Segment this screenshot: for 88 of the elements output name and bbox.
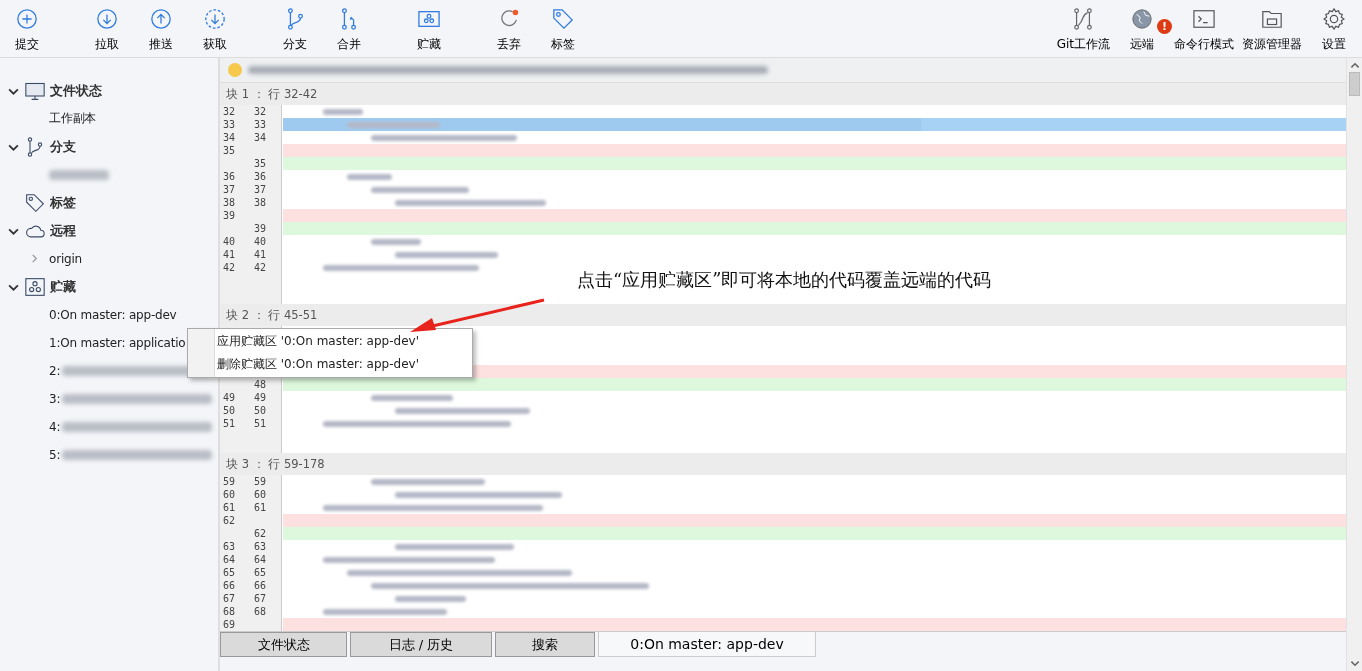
line-number: 61	[254, 502, 267, 513]
line-number: 68	[223, 606, 236, 617]
line-number: 60	[223, 489, 236, 500]
line-number: 32	[223, 106, 236, 117]
line-number: 49	[254, 392, 267, 403]
sidebar-item[interactable]: 2:	[49, 363, 61, 378]
line-number: 40	[223, 236, 236, 247]
line-number: 39	[254, 223, 267, 234]
line-number: 63	[254, 541, 267, 552]
line-number: 36	[254, 171, 267, 182]
annotation-text: 点击“应用贮藏区”即可将本地的代码覆盖远端的代码	[577, 268, 992, 292]
toolbar-button[interactable]: 推送	[134, 0, 188, 57]
toolbar-button[interactable]: 贮藏	[402, 0, 456, 57]
section-title[interactable]: 文件状态	[50, 82, 102, 100]
sidebar-item[interactable]: 工作副本	[49, 110, 97, 127]
line-number: 37	[254, 184, 267, 195]
line-number: 59	[223, 476, 236, 487]
hunk-header: 块 3 ： 行 59-178	[220, 453, 1346, 475]
line-number: 65	[254, 567, 267, 578]
section-title[interactable]: 标签	[50, 194, 76, 212]
toolbar-button[interactable]: 提交	[0, 0, 54, 57]
line-number: 34	[223, 132, 236, 143]
line-number: 35	[254, 158, 267, 169]
bottom-tab[interactable]: 日志 / 历史	[350, 632, 492, 657]
toolbar-button[interactable]: 丢弃	[482, 0, 536, 57]
menu-item[interactable]: 应用贮藏区 '0:On master: app-dev'	[188, 330, 472, 353]
toolbar-button[interactable]: 设置	[1306, 0, 1362, 57]
toolbar-button[interactable]: Git工作流	[1052, 0, 1114, 57]
toolbar-button[interactable]: ! 远端	[1114, 0, 1170, 57]
line-number: 62	[254, 528, 267, 539]
line-number: 49	[223, 392, 236, 403]
section-title[interactable]: 分支	[50, 138, 76, 156]
bottom-tab[interactable]: 文件状态	[220, 632, 347, 657]
line-number: 68	[254, 606, 267, 617]
line-number: 60	[254, 489, 267, 500]
hunk-header: 块 1 ： 行 32-42	[220, 83, 1346, 105]
line-number: 67	[223, 593, 236, 604]
line-number: 35	[223, 145, 236, 156]
line-number: 51	[254, 418, 267, 429]
toolbar-button[interactable]: 命令行模式	[1170, 0, 1238, 57]
hunk-header: 块 2 ： 行 45-51	[220, 304, 1346, 326]
line-number: 67	[254, 593, 267, 604]
line-number: 48	[254, 379, 267, 390]
alert-badge: !	[1157, 19, 1172, 34]
line-number: 39	[223, 210, 236, 221]
line-number: 37	[223, 184, 236, 195]
line-number: 64	[223, 554, 236, 565]
line-number: 38	[254, 197, 267, 208]
section-title[interactable]: 远程	[50, 222, 76, 240]
line-number: 62	[223, 515, 236, 526]
line-number: 33	[223, 119, 236, 130]
sidebar-item[interactable]: origin	[49, 251, 82, 266]
sidebar-item[interactable]: 3:	[49, 391, 61, 406]
line-number: 41	[223, 249, 236, 260]
line-number: 38	[223, 197, 236, 208]
toolbar-button[interactable]: 资源管理器	[1238, 0, 1306, 57]
line-number: 40	[254, 236, 267, 247]
line-number: 61	[223, 502, 236, 513]
sidebar-item[interactable]: 0:On master: app-dev	[49, 307, 177, 322]
line-number: 63	[223, 541, 236, 552]
line-number: 36	[223, 171, 236, 182]
menu-item[interactable]: 删除贮藏区 '0:On master: app-dev'	[188, 353, 472, 376]
toolbar-button[interactable]: 合并	[322, 0, 376, 57]
line-number: 42	[254, 262, 267, 273]
line-number: 34	[254, 132, 267, 143]
sidebar-item[interactable]: 5:	[49, 447, 61, 462]
line-number: 51	[223, 418, 236, 429]
line-number: 50	[254, 405, 267, 416]
toolbar-button[interactable]: 标签	[536, 0, 590, 57]
line-number: 66	[223, 580, 236, 591]
line-number: 32	[254, 106, 267, 117]
line-number: 65	[223, 567, 236, 578]
bottom-tab[interactable]: 0:On master: app-dev	[598, 632, 816, 657]
line-number: 66	[254, 580, 267, 591]
line-number: 69	[223, 619, 236, 630]
section-title[interactable]: 贮藏	[50, 278, 76, 296]
toolbar-button[interactable]: 获取	[188, 0, 242, 57]
line-number: 50	[223, 405, 236, 416]
line-number: 42	[223, 262, 236, 273]
line-number: 59	[254, 476, 267, 487]
line-number: 64	[254, 554, 267, 565]
toolbar-button[interactable]: 拉取	[80, 0, 134, 57]
line-number: 33	[254, 119, 267, 130]
toolbar-button[interactable]: 分支	[268, 0, 322, 57]
sidebar-item[interactable]: 4:	[49, 419, 61, 434]
bottom-tab[interactable]: 搜索	[495, 632, 595, 657]
sidebar-item[interactable]: 1:On master: applicatio	[49, 335, 186, 350]
line-number: 41	[254, 249, 267, 260]
